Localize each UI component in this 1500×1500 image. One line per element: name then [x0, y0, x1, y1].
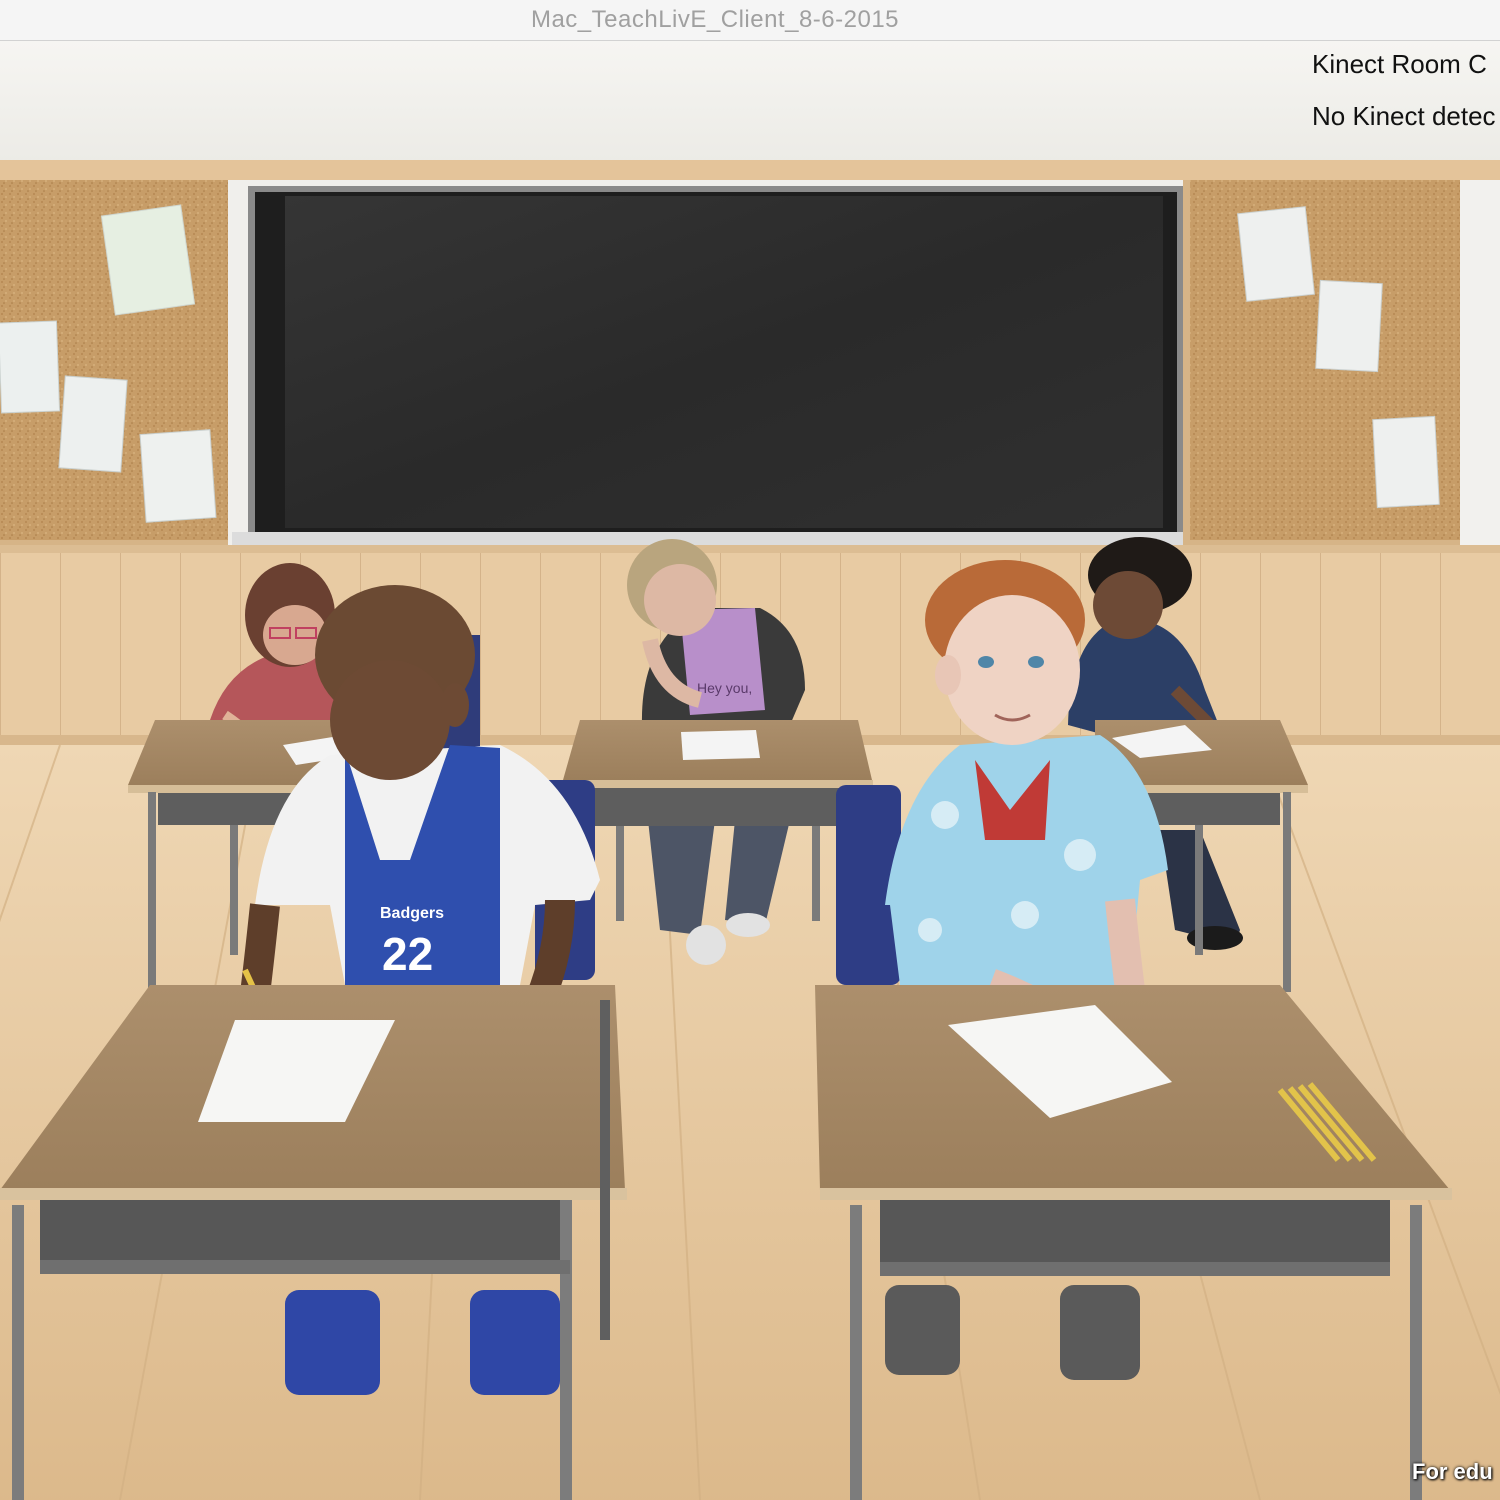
room-status-text: Kinect Room C [1312, 49, 1487, 79]
upper-wall [0, 41, 1500, 163]
title-bar[interactable]: Mac_TeachLivE_Client_8-6-2015 [0, 0, 1500, 41]
shirt-print: Hey you, [697, 680, 752, 696]
window-title: Mac_TeachLivE_Client_8-6-2015 [530, 6, 900, 33]
sneaker-right [470, 1290, 560, 1395]
classroom-scene: Hey you, Badgers 22 [0, 41, 1500, 1500]
sneaker-left [285, 1290, 380, 1395]
jersey-number-text: 22 [382, 928, 433, 980]
app-window: Mac_TeachLivE_Client_8-6-2015 Hey you, B… [0, 0, 1500, 1500]
jersey-team-text: Badgers [380, 905, 444, 922]
shoe-right [1060, 1285, 1140, 1380]
classroom-viewport[interactable]: Hey you, Badgers 22 Kinect Room C No Kin… [0, 41, 1500, 1500]
kinect-status-text: No Kinect detec [1312, 101, 1496, 131]
top-trim [0, 160, 1500, 182]
shoe-left [885, 1285, 960, 1375]
right-corkboard [1183, 180, 1500, 545]
watermark-text: For edu [1412, 1459, 1493, 1484]
chalkboard [228, 180, 1210, 548]
left-corkboard [0, 180, 245, 545]
